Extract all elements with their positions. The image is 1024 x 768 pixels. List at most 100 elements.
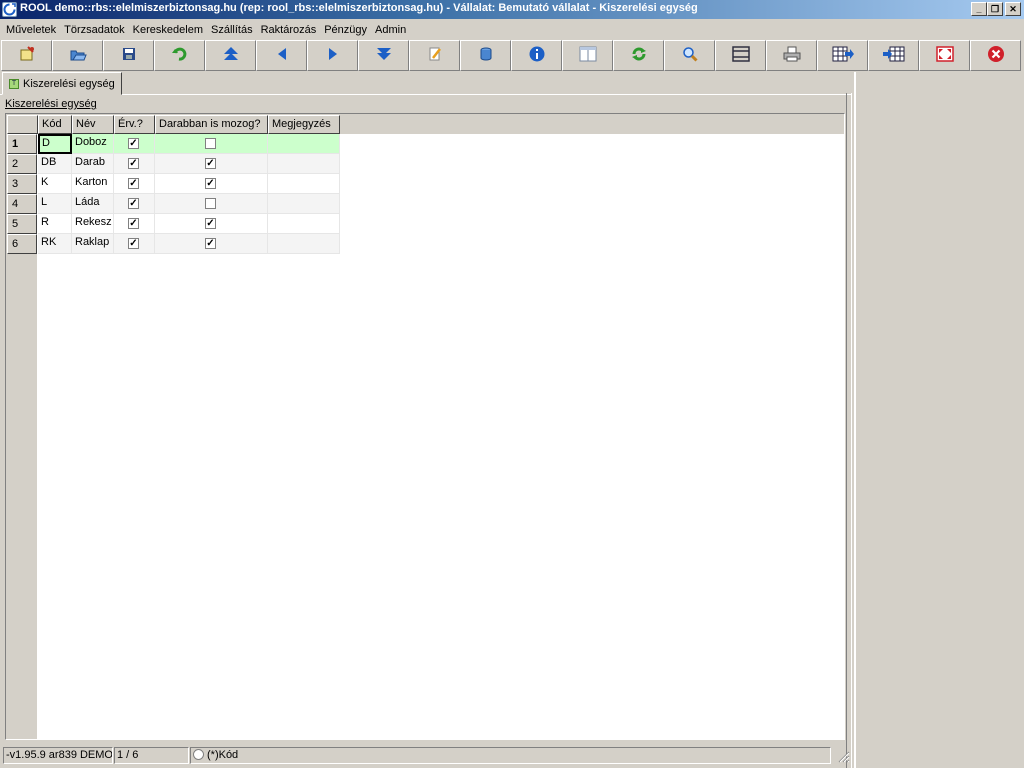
edit-button[interactable] [409, 40, 460, 71]
print-button[interactable] [766, 40, 817, 71]
table-icon: T [9, 78, 19, 89]
cell-nev[interactable]: Doboz [72, 134, 114, 154]
row-number[interactable]: 1 [7, 134, 37, 154]
fullscreen-icon [935, 46, 954, 65]
fullscreen-button[interactable] [919, 40, 970, 71]
last-record-button[interactable] [358, 40, 409, 71]
toolbar [0, 40, 1024, 72]
previous-record-icon [274, 46, 290, 65]
close-window-icon [987, 45, 1005, 66]
open-folder-icon [69, 45, 87, 66]
right-panel [854, 72, 1024, 768]
open-button[interactable] [52, 40, 103, 71]
erv-checkbox[interactable]: ✓ [128, 218, 139, 229]
window-title: ROOL demo::rbs::elelmiszerbiztonsag.hu (… [20, 2, 698, 14]
close-button[interactable]: ✕ [1005, 2, 1021, 16]
menu-raktarozas[interactable]: Raktározás [257, 21, 321, 39]
menu-torzsadatok[interactable]: Törzsadatok [60, 21, 129, 39]
row-number[interactable]: 5 [7, 214, 37, 234]
erv-checkbox[interactable]: ✓ [128, 138, 139, 149]
previous-record-button[interactable] [256, 40, 307, 71]
menu-kereskedelem[interactable]: Kereskedelem [129, 21, 207, 39]
column-header-erv[interactable]: Érv.? [114, 115, 155, 134]
darabban-checkbox[interactable]: ✓ [205, 178, 216, 189]
columns-icon [731, 46, 750, 65]
database-button[interactable] [460, 40, 511, 71]
cell-kod[interactable]: R [38, 214, 72, 234]
menu-szallitas[interactable]: Szállítás [207, 21, 257, 39]
search-button[interactable] [664, 40, 715, 71]
cell-nev[interactable]: Rekesz [72, 214, 114, 234]
cell-megjegyzes[interactable] [268, 154, 340, 174]
tab-label: Kiszerelési egység [23, 77, 115, 90]
column-header-nev[interactable]: Név [72, 115, 114, 134]
version-label: -v1.95.9 ar839 DEMO [3, 747, 113, 764]
darabban-checkbox[interactable] [205, 138, 216, 149]
refresh-button[interactable] [613, 40, 664, 71]
tab-kiszerelesi-egyseg[interactable]: T Kiszerelési egység [2, 72, 122, 95]
column-header-darabban[interactable]: Darabban is mozog? [155, 115, 268, 134]
row-number[interactable]: 3 [7, 174, 37, 194]
next-record-button[interactable] [307, 40, 358, 71]
new-record-button[interactable] [1, 40, 52, 71]
darabban-checkbox[interactable]: ✓ [205, 218, 216, 229]
form-view-button[interactable] [562, 40, 613, 71]
row-number[interactable]: 2 [7, 154, 37, 174]
erv-checkbox[interactable]: ✓ [128, 238, 139, 249]
undo-button[interactable] [154, 40, 205, 71]
restore-button[interactable]: ❐ [987, 2, 1003, 16]
menu-muveletek[interactable]: Műveletek [2, 21, 60, 39]
cell-nev[interactable]: Láda [72, 194, 114, 214]
app-logo-icon [2, 2, 17, 17]
form-view-icon [579, 46, 597, 65]
row-number[interactable]: 6 [7, 234, 37, 254]
sort-radio[interactable] [193, 749, 204, 760]
columns-button[interactable] [715, 40, 766, 71]
column-header-kod[interactable]: Kód [38, 115, 72, 134]
grid-import-icon [882, 46, 905, 65]
cell-nev[interactable]: Karton [72, 174, 114, 194]
status-bar: -v1.95.9 ar839 DEMO 1 / 6 (*)Kód [0, 745, 852, 765]
cell-megjegyzes[interactable] [268, 134, 340, 154]
close-window-button[interactable] [970, 40, 1021, 71]
row-number[interactable]: 4 [7, 194, 37, 214]
save-icon [121, 46, 137, 65]
darabban-checkbox[interactable] [205, 198, 216, 209]
grid-import-button[interactable] [868, 40, 919, 71]
cell-kod[interactable]: RK [38, 234, 72, 254]
grid-export-button[interactable] [817, 40, 868, 71]
cell-megjegyzes[interactable] [268, 174, 340, 194]
darabban-checkbox[interactable]: ✓ [205, 238, 216, 249]
cell-kod[interactable]: K [38, 174, 72, 194]
last-record-icon [375, 45, 393, 66]
darabban-checkbox[interactable]: ✓ [205, 158, 216, 169]
database-icon [478, 46, 494, 65]
erv-checkbox[interactable]: ✓ [128, 178, 139, 189]
print-icon [783, 46, 801, 65]
cell-megjegyzes[interactable] [268, 214, 340, 234]
cell-nev[interactable]: Raklap [72, 234, 114, 254]
info-icon [528, 45, 546, 66]
column-header-megjegyzes[interactable]: Megjegyzés [268, 115, 340, 134]
resize-grip-icon[interactable] [836, 749, 850, 763]
erv-checkbox[interactable]: ✓ [128, 198, 139, 209]
sort-indicator: (*)Kód [190, 747, 831, 764]
info-button[interactable] [511, 40, 562, 71]
cell-megjegyzes[interactable] [268, 194, 340, 214]
record-position: 1 / 6 [114, 747, 189, 764]
cell-kod[interactable]: L [38, 194, 72, 214]
save-button[interactable] [103, 40, 154, 71]
minimize-button[interactable]: _ [971, 2, 987, 16]
first-record-button[interactable] [205, 40, 256, 71]
cell-kod[interactable]: DB [38, 154, 72, 174]
erv-checkbox[interactable]: ✓ [128, 158, 139, 169]
cell-kod[interactable]: D [38, 134, 72, 154]
corner-cell [7, 115, 38, 134]
cell-megjegyzes[interactable] [268, 234, 340, 254]
cell-nev[interactable]: Darab [72, 154, 114, 174]
vertical-splitter[interactable] [846, 93, 852, 768]
menu-admin[interactable]: Admin [371, 21, 410, 39]
next-record-icon [325, 46, 341, 65]
menu-penzugy[interactable]: Pénzügy [320, 21, 371, 39]
refresh-icon [630, 45, 648, 66]
